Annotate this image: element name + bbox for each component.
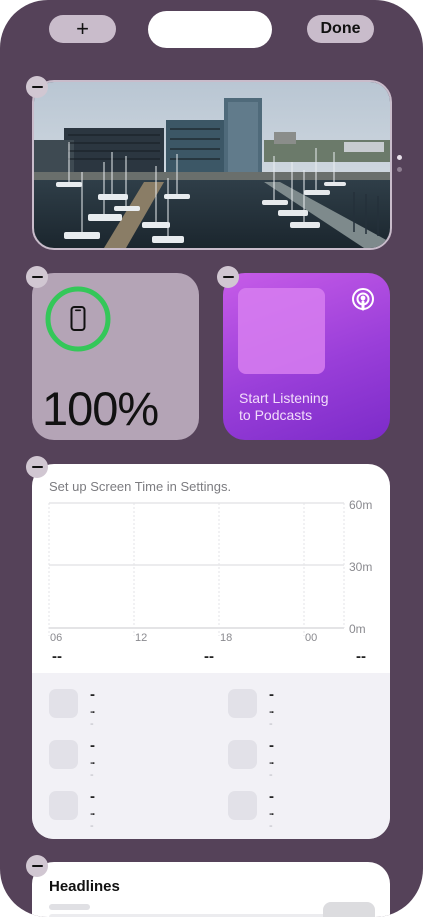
app-icon-placeholder xyxy=(228,689,257,718)
photo-widget[interactable] xyxy=(32,80,392,250)
app-icon-placeholder xyxy=(49,689,78,718)
remove-photo-widget-button[interactable] xyxy=(26,76,48,98)
remove-screen-time-widget-button[interactable] xyxy=(26,456,48,478)
app-icon-placeholder xyxy=(49,740,78,769)
headlines-widget[interactable]: Headlines xyxy=(32,862,390,917)
remove-podcasts-widget-button[interactable] xyxy=(217,266,239,288)
summary-value: -- xyxy=(52,648,62,665)
remove-headlines-widget-button[interactable] xyxy=(26,855,48,877)
iphone-icon xyxy=(70,306,86,331)
remove-battery-widget-button[interactable] xyxy=(26,266,48,288)
app-time: -- xyxy=(90,808,94,832)
headline-placeholder-line xyxy=(49,904,90,910)
headline-thumbnail-placeholder xyxy=(323,902,375,917)
page-indicator xyxy=(397,155,403,179)
y-tick-0m: 0m xyxy=(349,622,366,636)
x-tick-06: 06 xyxy=(50,632,62,644)
usage-chart: 60m 30m 0m 06 12 18 00 xyxy=(48,498,372,644)
x-tick-18: 18 xyxy=(220,632,232,644)
battery-widget[interactable]: 100% xyxy=(32,273,199,440)
page-dot xyxy=(397,167,402,172)
podcast-artwork-placeholder xyxy=(238,288,325,374)
y-tick-30m: 30m xyxy=(349,560,372,574)
podcasts-prompt: Start Listening to Podcasts xyxy=(239,390,369,424)
page-dot xyxy=(397,155,402,160)
app-time: -- xyxy=(269,706,273,730)
app-time: -- xyxy=(269,757,273,781)
screen-time-widget[interactable]: Set up Screen Time in Settings. 60m 30m … xyxy=(32,464,390,839)
done-button[interactable]: Done xyxy=(307,15,374,43)
add-widget-button[interactable]: + xyxy=(49,15,116,43)
summary-value: -- xyxy=(204,648,214,665)
app-icon-placeholder xyxy=(228,791,257,820)
podcasts-prompt-line2: to Podcasts xyxy=(239,407,313,423)
x-tick-12: 12 xyxy=(135,632,147,644)
summary-value: -- xyxy=(356,648,366,665)
battery-percent: 100% xyxy=(42,382,159,435)
x-tick-00: 00 xyxy=(305,632,317,644)
podcasts-icon xyxy=(352,288,374,311)
podcasts-widget[interactable]: Start Listening to Podcasts xyxy=(223,273,390,440)
y-tick-60m: 60m xyxy=(349,498,372,512)
battery-ring xyxy=(45,286,111,352)
app-icon-placeholder xyxy=(49,791,78,820)
podcasts-prompt-line1: Start Listening xyxy=(239,390,329,406)
app-time: -- xyxy=(90,757,94,781)
home-screen-edit-mode: + Done 100% Start Listening to Podcasts … xyxy=(0,0,423,917)
harbor-photo xyxy=(34,82,390,248)
app-usage-list: -- -- -- -- -- -- -- -- -- -- -- -- xyxy=(32,673,390,839)
app-icon-placeholder xyxy=(228,740,257,769)
app-time: -- xyxy=(269,808,273,832)
app-time: -- xyxy=(90,706,94,730)
headlines-title: Headlines xyxy=(49,878,120,895)
dynamic-island xyxy=(148,11,272,48)
